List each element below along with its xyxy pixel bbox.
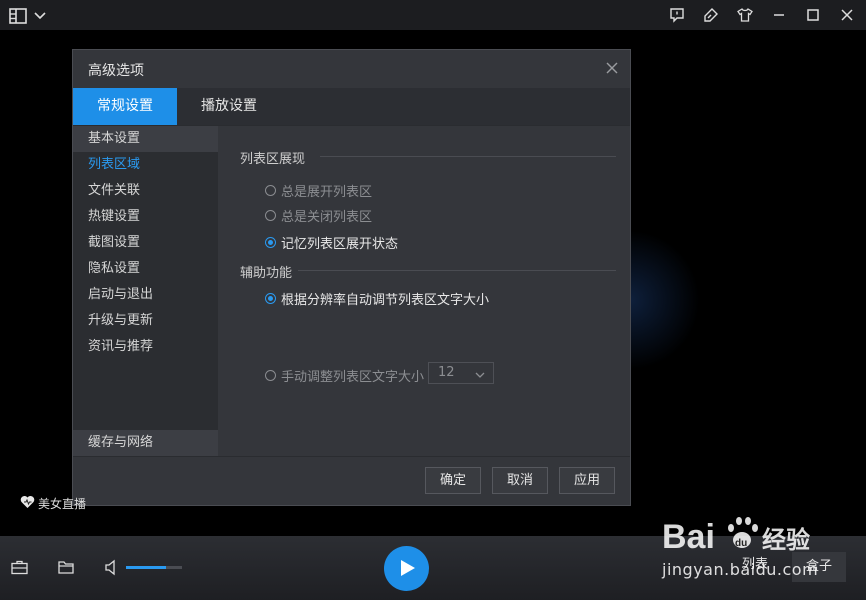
radio-remember-state[interactable]: 记忆列表区展开状态	[265, 233, 398, 252]
feedback-icon[interactable]	[666, 6, 688, 24]
volume-slider-fill	[126, 566, 167, 569]
sidebar-item-list-area[interactable]: 列表区域	[73, 152, 218, 178]
skin-shirt-icon[interactable]	[734, 6, 756, 24]
heart-icon	[20, 495, 35, 512]
radio-icon	[265, 185, 276, 196]
sidebar-item-startup-exit[interactable]: 启动与退出	[73, 282, 218, 308]
radio-selected-icon	[265, 237, 276, 248]
volume-icon[interactable]	[105, 559, 119, 580]
sidebar-item-privacy[interactable]: 隐私设置	[73, 256, 218, 282]
radio-icon	[265, 210, 276, 221]
section-divider	[320, 156, 616, 157]
sidebar-item-upgrade[interactable]: 升级与更新	[73, 308, 218, 334]
radio-label: 总是关闭列表区	[281, 210, 373, 225]
advanced-options-dialog: 高级选项 常规设置 播放设置 基本设置 列表区域 文件关联 热键设置 截图设置 …	[72, 49, 631, 506]
playlist-menu-icon[interactable]	[7, 7, 29, 25]
font-size-select[interactable]: 12	[428, 362, 494, 384]
section-divider	[298, 270, 616, 271]
section-title-assist: 辅助功能	[240, 266, 293, 281]
close-window-icon[interactable]	[836, 6, 858, 24]
watermark-brand-tail: du	[735, 538, 747, 549]
title-bar	[0, 0, 866, 30]
dialog-title-bar: 高级选项	[73, 50, 630, 88]
close-icon[interactable]	[604, 60, 620, 76]
radio-auto-font-size[interactable]: 根据分辨率自动调节列表区文字大小	[265, 289, 489, 308]
radio-selected-icon	[265, 293, 276, 304]
radio-label: 总是展开列表区	[281, 185, 373, 200]
tab-playback-settings[interactable]: 播放设置	[177, 88, 281, 125]
maximize-icon[interactable]	[802, 6, 824, 24]
play-button[interactable]	[384, 546, 429, 591]
section-title-list-display: 列表区展现	[240, 152, 306, 167]
radio-label: 记忆列表区展开状态	[281, 237, 399, 252]
font-size-value: 12	[438, 365, 455, 380]
baidu-jingyan-watermark: Bai du 经验	[662, 506, 822, 562]
chevron-down-icon[interactable]	[34, 7, 46, 25]
radio-always-expand[interactable]: 总是展开列表区	[265, 181, 372, 200]
chevron-down-icon	[475, 367, 485, 387]
sidebar-item-file-association[interactable]: 文件关联	[73, 178, 218, 204]
tab-bar: 常规设置 播放设置	[73, 88, 630, 126]
cancel-button[interactable]: 取消	[492, 467, 548, 494]
radio-label: 根据分辨率自动调节列表区文字大小	[281, 293, 490, 308]
settings-sidebar: 基本设置 列表区域 文件关联 热键设置 截图设置 隐私设置 启动与退出 升级与更…	[73, 126, 218, 456]
play-icon	[401, 560, 415, 576]
sidebar-item-hotkeys[interactable]: 热键设置	[73, 204, 218, 230]
dialog-footer: 确定 取消 应用	[73, 456, 630, 508]
share-icon[interactable]	[700, 6, 722, 24]
apply-button[interactable]: 应用	[559, 467, 615, 494]
dialog-title: 高级选项	[88, 63, 144, 79]
volume-slider[interactable]	[126, 566, 182, 569]
live-stream-label: 美女直播	[38, 497, 87, 511]
radio-always-close[interactable]: 总是关闭列表区	[265, 206, 372, 225]
settings-content: 列表区展现 总是展开列表区 总是关闭列表区 记忆列表区展开状态 辅助功能 根据分…	[218, 126, 630, 456]
watermark-cn: 经验	[762, 526, 810, 554]
watermark-url: jingyan.baidu.com	[662, 560, 819, 579]
baidu-paw-logo: Bai du 经验	[662, 517, 810, 556]
live-stream-badge[interactable]: 美女直播	[20, 495, 86, 512]
open-folder-icon[interactable]	[58, 560, 75, 579]
minimize-icon[interactable]	[768, 6, 790, 24]
radio-manual-font-size[interactable]: 手动调整列表区文字大小	[265, 366, 424, 385]
tab-general-settings[interactable]: 常规设置	[73, 88, 177, 125]
ok-button[interactable]: 确定	[425, 467, 481, 494]
sidebar-item-cache-network[interactable]: 缓存与网络	[73, 430, 218, 456]
radio-icon	[265, 370, 276, 381]
sidebar-item-news[interactable]: 资讯与推荐	[73, 334, 218, 360]
radio-label: 手动调整列表区文字大小	[281, 370, 425, 385]
sidebar-item-screenshot[interactable]: 截图设置	[73, 230, 218, 256]
toolbox-icon[interactable]	[11, 560, 28, 579]
watermark-brand: Bai	[662, 518, 715, 556]
sidebar-item-basic[interactable]: 基本设置	[73, 126, 218, 152]
